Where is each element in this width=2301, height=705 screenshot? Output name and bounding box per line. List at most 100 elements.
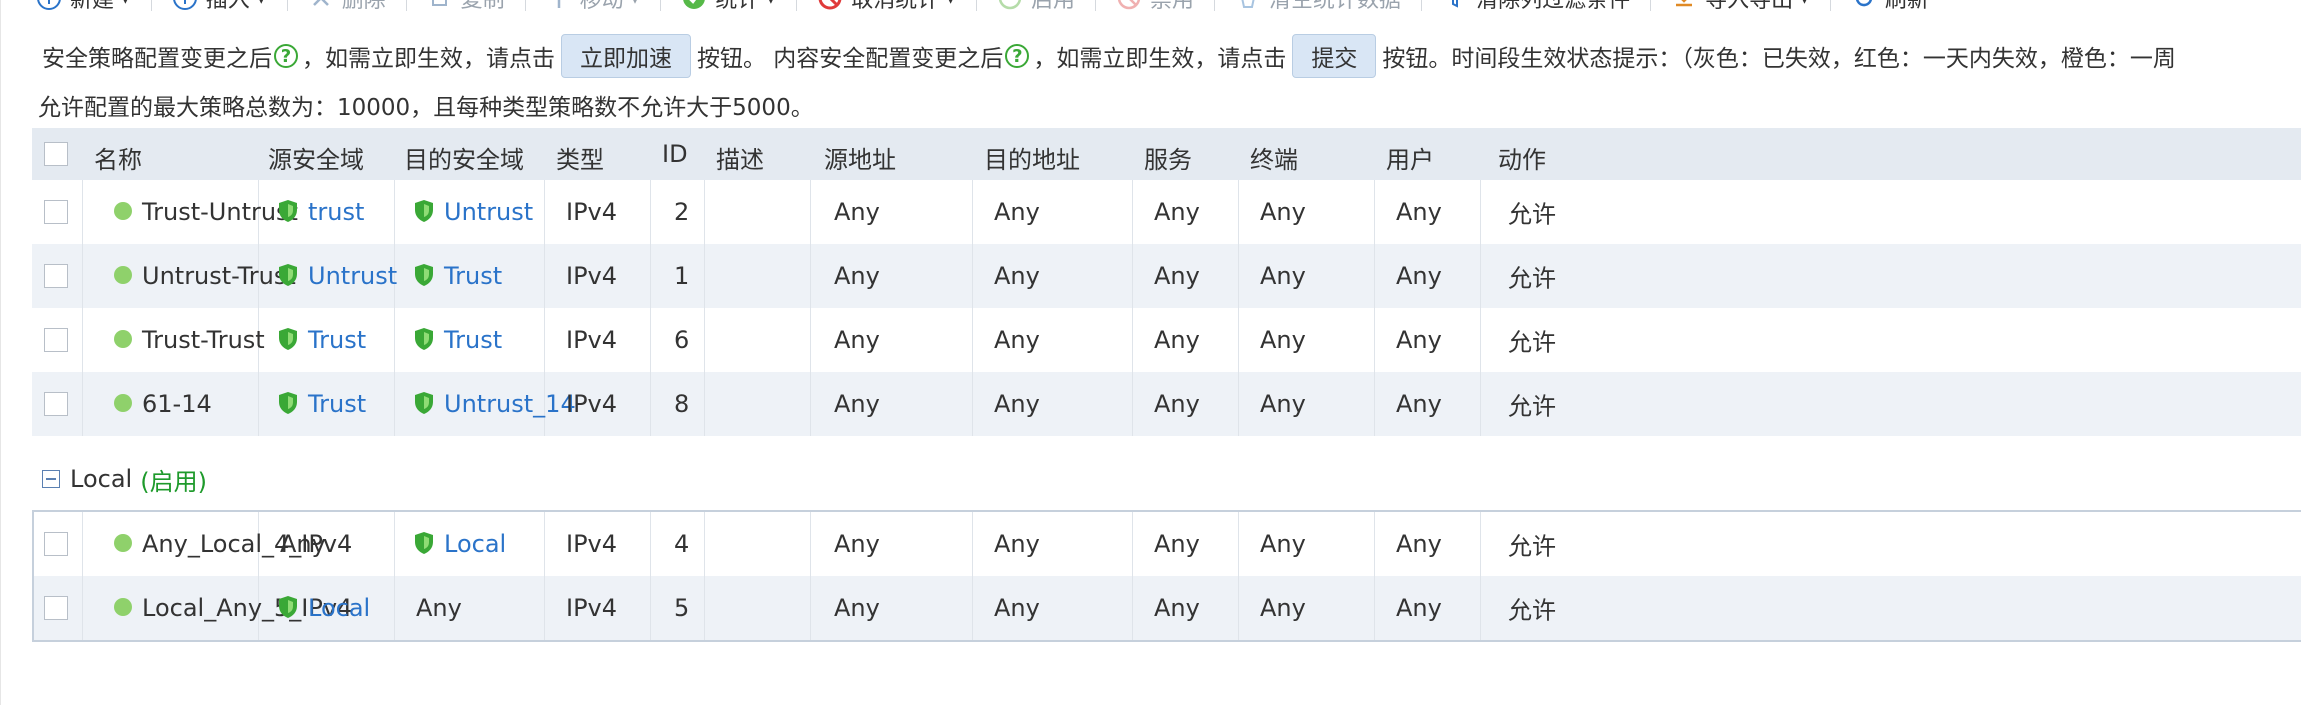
policy-name[interactable]: Trust-Untrust: [114, 198, 298, 226]
help-icon[interactable]: ?: [274, 44, 298, 68]
destination-address-cell: Any: [994, 530, 1040, 558]
help-icon[interactable]: ?: [1005, 44, 1030, 68]
shield-icon: [279, 200, 297, 222]
row-checkbox[interactable]: [44, 532, 68, 556]
column-header[interactable]: 终端: [1250, 140, 1298, 175]
toolbar-button[interactable]: 取消统计 ▼: [803, 0, 970, 18]
status-dot-icon: [114, 202, 132, 220]
zone-link[interactable]: Trust: [308, 390, 366, 418]
toolbar-button[interactable]: 刷新: [1837, 0, 1943, 18]
column-header[interactable]: ID: [662, 140, 688, 168]
column-header[interactable]: 源安全域: [268, 140, 364, 175]
toolbar-button[interactable]: 新建 ▼: [22, 0, 145, 18]
user-cell: Any: [1396, 326, 1442, 354]
row-checkbox[interactable]: [44, 264, 68, 288]
accelerate-button[interactable]: 立即加速: [561, 34, 691, 78]
hint-text-c: 按钮。 内容安全配置变更之后: [697, 46, 1004, 72]
column-divider: [82, 576, 83, 640]
toolbar-button[interactable]: 禁用: [1102, 0, 1208, 18]
source-zone[interactable]: Local: [278, 594, 370, 622]
toolbar-divider: [1214, 0, 1216, 11]
terminal-cell: Any: [1260, 530, 1306, 558]
column-header[interactable]: 用户: [1386, 140, 1434, 175]
destination-zone[interactable]: Local: [414, 530, 506, 558]
source-zone[interactable]: Trust: [278, 390, 366, 418]
policy-name[interactable]: 61-14: [114, 390, 212, 418]
zone-link[interactable]: trust: [308, 198, 364, 226]
column-header[interactable]: 名称: [94, 140, 142, 175]
column-divider: [544, 180, 545, 244]
policy-name[interactable]: Untrust-Trust: [114, 262, 296, 290]
toolbar-divider: [796, 0, 798, 11]
toolbar-button[interactable]: 启用: [983, 0, 1089, 18]
column-header[interactable]: 描述: [716, 140, 764, 175]
shield-icon: [279, 328, 297, 350]
chevron-down-icon[interactable]: ▼: [120, 0, 131, 6]
chevron-down-icon[interactable]: ▼: [945, 0, 956, 6]
destination-zone[interactable]: Untrust_14: [414, 390, 576, 418]
table-row[interactable]: Local_Any_5_IPv4 Local Any IPv4 5 Any Any Any An…: [32, 576, 2301, 640]
column-header[interactable]: 类型: [556, 140, 604, 175]
column-divider: [1374, 244, 1375, 308]
toolbar-button[interactable]: 清除列过滤条件: [1428, 0, 1644, 18]
zone-link[interactable]: Trust: [308, 326, 366, 354]
toolbar-button[interactable]: 复制: [413, 0, 519, 18]
toolbar-button[interactable]: 插入 ▼: [158, 0, 281, 18]
column-header[interactable]: 目的安全域: [404, 140, 524, 175]
source-zone[interactable]: trust: [278, 198, 364, 226]
column-header[interactable]: 服务: [1144, 140, 1192, 175]
user-cell: Any: [1396, 530, 1442, 558]
table-row[interactable]: Untrust-Trust Untrust Trust IPv4 1 Any Any Any A…: [32, 244, 2301, 308]
refresh-icon: [1855, 0, 1872, 7]
group-status: (启用): [140, 467, 207, 496]
zone-link[interactable]: Trust: [444, 326, 502, 354]
submit-button[interactable]: 提交: [1292, 34, 1377, 78]
type-cell: IPv4: [566, 198, 618, 226]
column-divider: [394, 308, 395, 372]
policy-name[interactable]: Trust-Trust: [114, 326, 265, 354]
chevron-down-icon[interactable]: ▼: [256, 0, 267, 6]
column-divider: [1132, 244, 1133, 308]
table-row[interactable]: Trust-Untrust trust Untrust IPv4 2 Any Any Any A…: [32, 180, 2301, 244]
toolbar-button[interactable]: 清空统计数据: [1221, 0, 1415, 18]
toolbar-divider: [1095, 0, 1097, 11]
service-cell: Any: [1154, 262, 1200, 290]
column-divider: [704, 576, 705, 640]
toolbar-button[interactable]: 统计 ▼: [667, 0, 790, 18]
chevron-down-icon[interactable]: ▼: [630, 0, 641, 6]
chevron-down-icon[interactable]: ▼: [765, 0, 776, 6]
column-header[interactable]: 源地址: [824, 140, 896, 175]
group-header-local[interactable]: Local (启用): [32, 448, 2301, 510]
zone-link[interactable]: Local: [444, 530, 506, 558]
column-header[interactable]: 动作: [1498, 140, 1546, 175]
zone-link[interactable]: Untrust: [308, 262, 397, 290]
source-zone[interactable]: Untrust: [278, 262, 397, 290]
zone-link[interactable]: Local: [308, 594, 370, 622]
shield-icon: [279, 596, 297, 618]
row-checkbox[interactable]: [44, 200, 68, 224]
destination-zone: Any: [416, 594, 462, 622]
row-checkbox[interactable]: [44, 392, 68, 416]
zone-link[interactable]: Trust: [444, 262, 502, 290]
table-row[interactable]: Trust-Trust Trust Trust IPv4 6 Any Any Any Any An…: [32, 308, 2301, 372]
select-all-checkbox[interactable]: [44, 142, 68, 166]
destination-zone[interactable]: Trust: [414, 262, 502, 290]
source-zone[interactable]: Trust: [278, 326, 366, 354]
column-divider: [810, 576, 811, 640]
column-header[interactable]: 目的地址: [984, 140, 1080, 175]
collapse-icon[interactable]: [42, 470, 60, 488]
zone-link[interactable]: Untrust: [444, 198, 533, 226]
row-checkbox[interactable]: [44, 596, 68, 620]
plus-circle-icon: [172, 0, 197, 10]
table-row[interactable]: Any_Local_4_IPv4 Any Local IPv4 4 Any Any Any An…: [32, 512, 2301, 576]
row-checkbox[interactable]: [44, 328, 68, 352]
chevron-down-icon[interactable]: ▼: [1799, 0, 1810, 6]
toolbar-button[interactable]: 删除: [294, 0, 400, 18]
destination-zone[interactable]: Untrust: [414, 198, 533, 226]
toolbar-button[interactable]: 移动 ▼: [532, 0, 655, 18]
destination-zone[interactable]: Trust: [414, 326, 502, 354]
table-row[interactable]: 61-14 Trust Untrust_14 IPv4 8 Any Any Any Any Any…: [32, 372, 2301, 436]
zone-link[interactable]: Untrust_14: [444, 390, 576, 418]
toolbar-button[interactable]: 导入导出 ▼: [1657, 0, 1824, 18]
policy-toolbar: 新建 ▼ 插入 ▼ 删除 复制 移动 ▼ 统计 ▼ 取消统计 ▼ 启用 禁用 清空统计数据 清除列过滤条件 导入…: [0, 0, 2301, 18]
